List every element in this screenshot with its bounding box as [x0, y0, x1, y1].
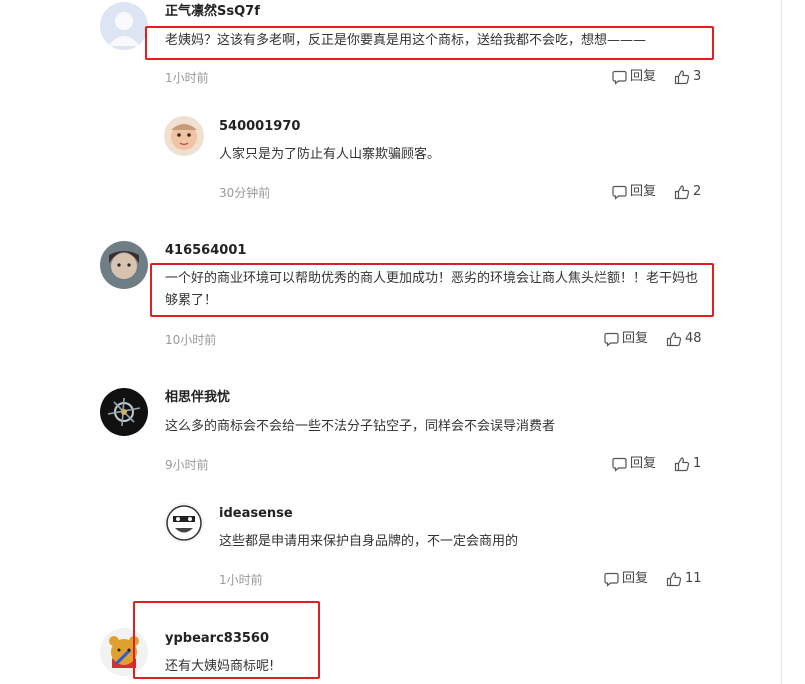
- comment-text: 老姨妈？这该有多老啊，反正是你要真是用这个商标，送给我都不会吃，想想———: [165, 33, 647, 48]
- comment-time: 1小时前: [165, 71, 209, 85]
- like-button[interactable]: 2: [674, 184, 701, 200]
- thumbs-up-icon: [674, 184, 690, 199]
- reply-button[interactable]: 回复: [612, 184, 656, 200]
- reply-text: 人家只是为了防止有人山寨欺骗顾客。: [219, 147, 441, 162]
- like-count: 11: [685, 571, 702, 586]
- comment-username[interactable]: 相思伴我忧: [165, 390, 230, 406]
- avatar[interactable]: [100, 2, 148, 50]
- like-button[interactable]: 48: [666, 331, 702, 347]
- reply-button[interactable]: 回复: [612, 456, 656, 472]
- comment-text: 还有大姨妈商标呢!: [165, 659, 275, 674]
- reply-button[interactable]: 回复: [604, 571, 648, 587]
- comment-bubble-icon: [604, 332, 619, 347]
- like-button[interactable]: 3: [674, 69, 701, 85]
- comment-username[interactable]: 正气凛然SsQ7f: [165, 4, 260, 20]
- comment-username[interactable]: 416564001: [165, 243, 246, 259]
- reply-label: 回复: [622, 571, 649, 586]
- comment-username[interactable]: ypbearc83560: [165, 631, 269, 647]
- like-count: 3: [693, 69, 702, 84]
- avatar[interactable]: [100, 628, 148, 676]
- like-button[interactable]: 1: [674, 456, 701, 472]
- reply-label: 回复: [630, 456, 657, 471]
- thumbs-up-icon: [674, 69, 690, 84]
- reply-username[interactable]: ideasense: [219, 506, 293, 522]
- comment-bubble-icon: [612, 70, 627, 85]
- thumbs-up-icon: [674, 456, 690, 471]
- avatar[interactable]: [100, 241, 148, 289]
- reply-username[interactable]: 540001970: [219, 119, 300, 135]
- avatar[interactable]: [164, 116, 204, 156]
- reply-label: 回复: [630, 69, 657, 84]
- like-count: 48: [685, 331, 702, 346]
- comment-time: 9小时前: [165, 458, 209, 472]
- reply-label: 回复: [630, 184, 657, 199]
- comment-bubble-icon: [612, 185, 627, 200]
- reply-button[interactable]: 回复: [612, 69, 656, 85]
- comment-text: 这么多的商标会不会给一些不法分子钻空子，同样会不会误导消费者: [165, 419, 556, 434]
- thumbs-up-icon: [666, 571, 682, 586]
- reply-time: 30分钟前: [219, 186, 271, 200]
- like-count: 2: [693, 184, 702, 199]
- reply-button[interactable]: 回复: [604, 331, 648, 347]
- comment-bubble-icon: [604, 572, 619, 587]
- reply-text: 这些都是申请用来保护自身品牌的，不一定会商用的: [219, 534, 519, 549]
- avatar[interactable]: [100, 388, 148, 436]
- like-button[interactable]: 11: [666, 571, 702, 587]
- comment-text: 一个好的商业环境可以帮助优秀的商人更加成功！恶劣的环境会让商人焦头烂额！！老干妈…: [165, 271, 699, 308]
- like-count: 1: [693, 456, 702, 471]
- comment-time: 10小时前: [165, 333, 217, 347]
- comment-bubble-icon: [612, 457, 627, 472]
- thumbs-up-icon: [666, 331, 682, 346]
- reply-label: 回复: [622, 331, 649, 346]
- avatar[interactable]: [164, 503, 204, 543]
- page-right-border: [781, 0, 782, 684]
- reply-time: 1小时前: [219, 573, 263, 587]
